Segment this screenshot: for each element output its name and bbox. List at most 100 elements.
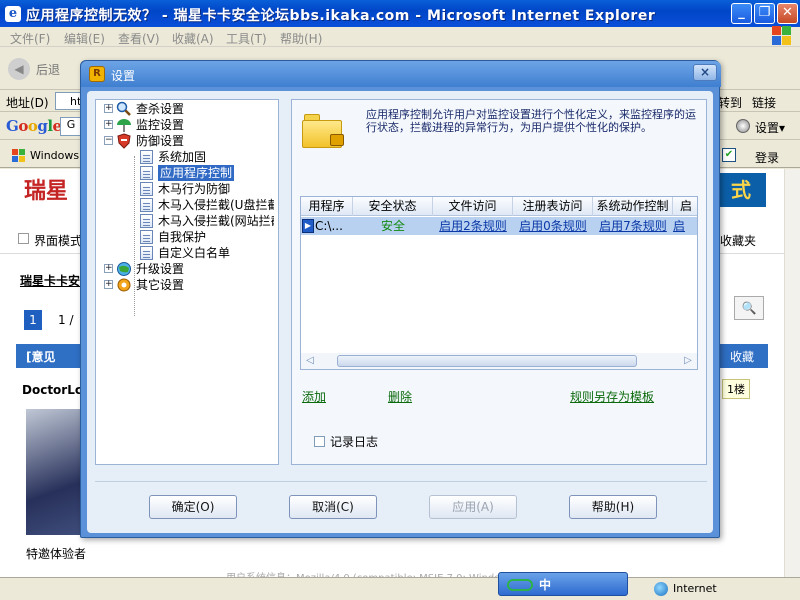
menu-edit[interactable]: 编辑(E) xyxy=(64,30,105,47)
pager-current[interactable]: 1 xyxy=(24,310,42,330)
rising-lion-icon: R xyxy=(89,66,105,82)
globe-icon xyxy=(117,262,131,276)
tree-item-label[interactable]: 应用程序控制 xyxy=(158,165,235,181)
close-window-button[interactable]: ✕ xyxy=(777,3,798,24)
pager-text: 1 / xyxy=(58,313,74,327)
links-button[interactable]: 链接 xyxy=(752,94,776,111)
mode-checkbox[interactable] xyxy=(18,233,29,244)
status-bar: Internet xyxy=(0,577,800,600)
column-file-access[interactable]: 文件访问 xyxy=(433,197,513,216)
dialog-body: + 查杀设置 + 监控设置 − 防御设置 系统加固 应用程序控制 木马行为防御 … xyxy=(87,91,713,533)
expand-toggle-icon[interactable]: + xyxy=(104,264,113,273)
help-button[interactable]: 帮助(H) xyxy=(569,495,657,519)
tree-item-usb-block[interactable]: 木马入侵拦截(U盘拦截) xyxy=(140,197,274,213)
document-icon xyxy=(140,214,153,228)
dialog-titlebar[interactable]: R 设置 × xyxy=(81,61,721,87)
add-rule-link[interactable]: 添加 xyxy=(302,388,326,405)
back-button-label[interactable]: 后退 xyxy=(36,61,60,78)
check-icon[interactable]: ✔ xyxy=(722,148,736,162)
floor-badge: 1楼 xyxy=(722,379,750,399)
cell-system-rules[interactable]: 启用7条规则 xyxy=(593,217,673,235)
table-row[interactable]: ▶ C:\... 安全 启用2条规则 启用0条规则 启用7条规则 启 xyxy=(301,217,697,235)
google-settings-button[interactable]: 设置▾ xyxy=(755,119,785,136)
column-program[interactable]: 用程序 xyxy=(301,197,353,216)
tree-item-label[interactable]: 其它设置 xyxy=(136,277,184,293)
ime-mode[interactable]: 中 xyxy=(539,576,551,593)
ime-toolbar[interactable]: 中 xyxy=(498,572,628,596)
minimize-button[interactable]: _ xyxy=(731,3,752,24)
settings-tree: + 查杀设置 + 监控设置 − 防御设置 系统加固 应用程序控制 木马行为防御 … xyxy=(95,99,279,465)
cell-file-rules[interactable]: 启用2条规则 xyxy=(433,217,513,235)
cell-program: C:\... xyxy=(315,219,343,233)
menu-file[interactable]: 文件(F) xyxy=(10,30,50,47)
scroll-thumb[interactable] xyxy=(337,355,637,367)
cell-registry-rules[interactable]: 启用0条规则 xyxy=(513,217,593,235)
table-header: 用程序 安全状态 文件访问 注册表访问 系统动作控制 启 xyxy=(301,197,697,216)
mode-label[interactable]: 界面模式 xyxy=(34,232,82,249)
post-author[interactable]: DoctorLc xyxy=(22,383,82,397)
delete-rule-link[interactable]: 删除 xyxy=(388,388,412,405)
scroll-left-icon[interactable]: ◁ xyxy=(303,354,317,368)
google-search-input[interactable]: G xyxy=(60,117,82,136)
tree-item-label[interactable]: 系统加固 xyxy=(158,149,206,165)
column-status[interactable]: 安全状态 xyxy=(353,197,433,216)
expand-toggle-icon[interactable]: + xyxy=(104,104,113,113)
back-arrow-icon[interactable]: ◀ xyxy=(8,58,30,80)
login-button[interactable]: 登录 xyxy=(755,149,779,166)
tree-item-label[interactable]: 升级设置 xyxy=(136,261,184,277)
windows-flag-icon xyxy=(772,26,792,46)
scroll-right-icon[interactable]: ▷ xyxy=(681,354,695,368)
log-label[interactable]: 记录日志 xyxy=(330,433,378,450)
document-icon xyxy=(140,182,153,196)
save-template-link[interactable]: 规则另存为模板 xyxy=(570,388,654,405)
menu-help[interactable]: 帮助(H) xyxy=(280,30,322,47)
ok-button[interactable]: 确定(O) xyxy=(149,495,237,519)
post-title: [意见 xyxy=(26,350,56,364)
tree-item-web-block[interactable]: 木马入侵拦截(网站拦截) xyxy=(140,213,274,229)
tree-item-label[interactable]: 自定义白名单 xyxy=(158,245,230,261)
menu-view[interactable]: 查看(V) xyxy=(118,30,160,47)
tree-item-label[interactable]: 木马入侵拦截(网站拦截) xyxy=(158,213,274,229)
tree-item-label[interactable]: 查杀设置 xyxy=(136,101,184,117)
collapse-toggle-icon[interactable]: − xyxy=(104,136,113,145)
menu-tools[interactable]: 工具(T) xyxy=(226,30,267,47)
banner-ad[interactable]: 式 xyxy=(716,173,766,207)
table-hscrollbar[interactable]: ◁ ▷ xyxy=(301,353,697,369)
go-button[interactable]: 转到 xyxy=(718,94,742,111)
locked-folder-icon xyxy=(302,114,346,150)
menu-favorites[interactable]: 收藏(A) xyxy=(172,30,214,47)
window-title: 应用程序控制无效？ - 瑞星卡卡安全论坛bbs.ikaka.com - Micr… xyxy=(26,8,656,24)
ie-titlebar: e 应用程序控制无效？ - 瑞星卡卡安全论坛bbs.ikaka.com - Mi… xyxy=(0,0,800,27)
cancel-button[interactable]: 取消(C) xyxy=(289,495,377,519)
tree-item-label[interactable]: 防御设置 xyxy=(136,133,184,149)
tree-item-label[interactable]: 木马入侵拦截(U盘拦截) xyxy=(158,197,274,213)
cell-startup[interactable]: 启 xyxy=(673,217,697,235)
page-scrollbar[interactable] xyxy=(784,169,800,577)
ie-logo-icon: e xyxy=(5,6,21,22)
log-checkbox[interactable] xyxy=(314,436,325,447)
column-registry-access[interactable]: 注册表访问 xyxy=(513,197,593,216)
document-icon xyxy=(140,246,153,260)
tree-item-label[interactable]: 自我保护 xyxy=(158,229,206,245)
column-startup[interactable]: 启 xyxy=(673,197,697,216)
search-icon[interactable]: 🔍 xyxy=(734,296,764,320)
maximize-button[interactable]: ❐ xyxy=(754,3,775,24)
apply-button[interactable]: 应用(A) xyxy=(429,495,517,519)
document-icon xyxy=(140,150,153,164)
panel-description: 应用程序控制允许用户对监控设置进行个性化定义，来监控程序的运行状态，拦截进程的异… xyxy=(366,108,696,134)
column-system-action[interactable]: 系统动作控制 xyxy=(593,197,673,216)
tree-item-label[interactable]: 监控设置 xyxy=(136,117,184,133)
expand-toggle-icon[interactable]: + xyxy=(104,120,113,129)
tree-item-label[interactable]: 木马行为防御 xyxy=(158,181,230,197)
breadcrumb[interactable]: 瑞星卡卡安 xyxy=(20,272,80,289)
favorites-link[interactable]: 收藏夹 xyxy=(720,232,756,249)
settings-dialog: R 设置 × + 查杀设置 + 监控设置 − 防御设置 系统加固 应用程序控制 … xyxy=(80,60,721,538)
settings-gear-icon[interactable] xyxy=(736,119,750,133)
dialog-close-button[interactable]: × xyxy=(693,64,717,81)
app-rules-table[interactable]: 用程序 安全状态 文件访问 注册表访问 系统动作控制 启 ▶ C:\... 安全… xyxy=(300,196,698,370)
button-separator xyxy=(95,481,707,482)
google-logo: Google xyxy=(6,117,62,135)
favorite-post-link[interactable]: 收藏 xyxy=(730,348,754,365)
expand-toggle-icon[interactable]: + xyxy=(104,280,113,289)
gear-icon xyxy=(117,278,131,292)
